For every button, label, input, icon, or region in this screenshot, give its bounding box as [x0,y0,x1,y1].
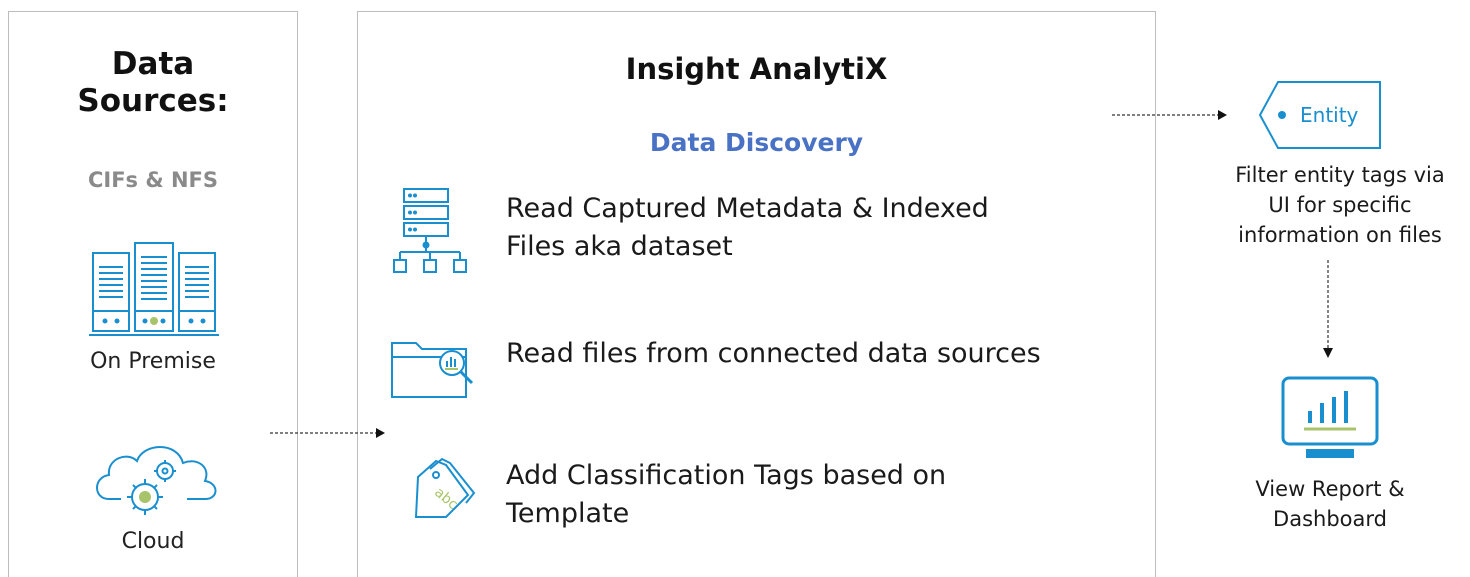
entity-tag-label: Entity [1300,103,1359,127]
cloud-gear-icon [96,446,217,515]
report-line2: Dashboard [1273,507,1387,531]
step3-line2: Template [506,498,630,529]
abc-tag-icon: abc [414,457,476,518]
step-add-tags: Add Classification Tags based on Templat… [506,457,1106,533]
folder-search-icon [391,342,474,398]
server-rack-icon [89,242,219,336]
step2-line1: Read files from connected data sources [506,338,1041,369]
data-sources-subtitle: CIFs & NFS [87,168,219,192]
data-sources-panel: Data Sources: CIFs & NFS On Premise Clou… [8,11,298,577]
filter-line2: UI for specific [1268,193,1412,217]
on-premise-label: On Premise [90,349,216,374]
data-discovery-subtitle: Data Discovery [649,128,864,157]
view-report-text: View Report & Dashboard [1215,474,1445,534]
arrow-right-dashed [270,428,385,438]
arrow-to-entity-dashed [1112,110,1227,120]
step-read-files: Read files from connected data sources [506,335,1146,373]
monitor-chart-icon [1281,376,1379,458]
step1-line2: Files aka dataset [506,231,733,262]
insight-analytix-title: Insight AnalytiX [625,52,888,86]
step1-line1: Read Captured Metadata & Indexed [506,193,989,224]
cloud-label: Cloud [121,529,185,554]
data-sources-title-line1: Data [111,46,195,82]
step3-line1: Add Classification Tags based on [506,460,947,491]
filter-line1: Filter entity tags via [1235,163,1445,187]
insight-analytix-panel: Insight AnalytiX Data Discovery Read Cap… [357,11,1156,577]
step-read-metadata: Read Captured Metadata & Indexed Files a… [506,190,1106,266]
report-line1: View Report & [1255,477,1405,501]
entity-tag-icon: Entity [1258,81,1381,149]
arrow-down-dashed [1323,260,1333,358]
svg-text:abc: abc [431,484,461,512]
filter-entity-text: Filter entity tags via UI for specific i… [1205,160,1470,250]
server-hierarchy-icon [393,188,467,273]
data-sources-title-line2: Sources: [77,83,229,119]
data-sources-title: Data Sources: [9,46,297,120]
filter-line3: information on files [1238,223,1442,247]
